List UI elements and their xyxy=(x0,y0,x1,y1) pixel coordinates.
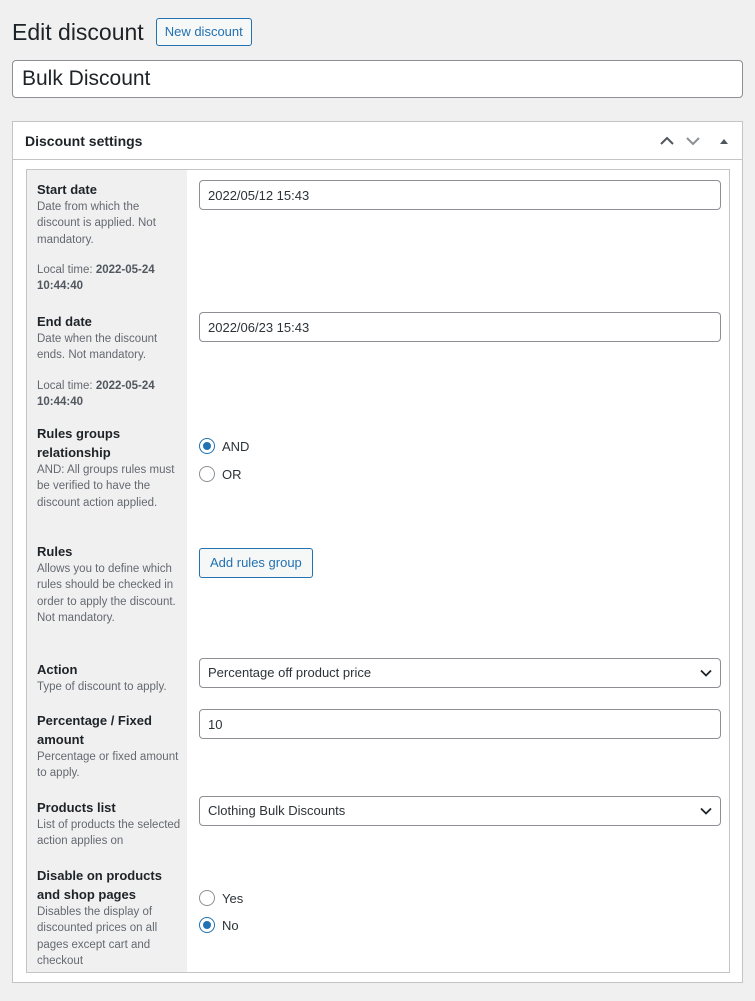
action-select[interactable]: Percentage off product price xyxy=(199,658,721,688)
local-time-prefix: Local time: xyxy=(37,379,93,392)
end-date-label-block: End date Date when the discount ends. No… xyxy=(37,312,182,410)
action-desc: Type of discount to apply. xyxy=(37,681,167,693)
handle-actions xyxy=(654,122,742,159)
products-select[interactable]: Clothing Bulk Discounts xyxy=(199,796,721,826)
start-date-local-time: Local time: 2022-05-24 10:44:40 xyxy=(37,262,182,294)
discount-title-input[interactable] xyxy=(12,60,743,98)
products-select-value: Clothing Bulk Discounts xyxy=(208,803,346,818)
chevron-down-icon[interactable] xyxy=(680,123,706,159)
amount-label-block: Percentage / Fixed amount Percentage or … xyxy=(37,711,182,782)
radio-no-label: No xyxy=(222,917,239,933)
radio-no[interactable] xyxy=(199,917,215,933)
radio-or-label: OR xyxy=(222,466,242,482)
start-date-label-block: Start date Date from which the discount … xyxy=(37,180,182,294)
disable-label: Disable on products and shop pages xyxy=(37,868,162,902)
end-date-local-time: Local time: 2022-05-24 10:44:40 xyxy=(37,378,182,410)
relationship-label-block: Rules groups relationship AND: All group… xyxy=(37,424,182,511)
rules-label: Rules xyxy=(37,544,73,559)
disable-label-block: Disable on products and shop pages Disab… xyxy=(37,866,182,969)
end-date-input[interactable] xyxy=(199,312,721,342)
rules-label-block: Rules Allows you to define which rules s… xyxy=(37,542,182,626)
rules-desc: Allows you to define which rules should … xyxy=(37,563,176,624)
relationship-label: Rules groups relationship xyxy=(37,426,121,460)
products-label-block: Products list List of products the selec… xyxy=(37,798,182,850)
settings-table: Start date Date from which the discount … xyxy=(26,169,730,973)
new-discount-button[interactable]: New discount xyxy=(155,18,252,46)
postbox-header: Discount settings xyxy=(13,122,742,160)
page-header: Edit discount New discount xyxy=(12,14,252,50)
radio-and-label: AND xyxy=(222,438,250,454)
postbox-title: Discount settings xyxy=(25,132,143,149)
chevron-up-icon[interactable] xyxy=(654,123,680,159)
start-date-label: Start date xyxy=(37,182,97,197)
chevron-down-icon xyxy=(700,659,712,687)
radio-or[interactable] xyxy=(199,466,215,482)
triangle-up-icon[interactable] xyxy=(706,123,742,159)
chevron-down-icon xyxy=(700,797,712,825)
products-desc: List of products the selected action app… xyxy=(37,819,181,848)
end-date-label: End date xyxy=(37,314,92,329)
disable-no-option[interactable]: No xyxy=(199,917,239,933)
discount-settings-box: Discount settings Start date Date from w… xyxy=(12,121,743,983)
radio-yes[interactable] xyxy=(199,890,215,906)
amount-desc: Percentage or fixed amount to apply. xyxy=(37,751,179,780)
relationship-or-option[interactable]: OR xyxy=(199,466,242,482)
relationship-and-option[interactable]: AND xyxy=(199,438,249,454)
end-date-desc: Date when the discount ends. Not mandato… xyxy=(37,333,158,362)
start-date-input[interactable] xyxy=(199,180,721,210)
disable-desc: Disables the display of discounted price… xyxy=(37,906,158,967)
radio-and[interactable] xyxy=(199,438,215,454)
start-date-desc: Date from which the discount is applied.… xyxy=(37,201,156,246)
action-label-block: Action Type of discount to apply. xyxy=(37,660,182,695)
page-title: Edit discount xyxy=(12,19,144,45)
local-time-prefix: Local time: xyxy=(37,263,93,276)
action-select-value: Percentage off product price xyxy=(208,665,372,680)
products-label: Products list xyxy=(37,800,116,815)
radio-yes-label: Yes xyxy=(222,890,244,906)
action-label: Action xyxy=(37,662,78,677)
disable-yes-option[interactable]: Yes xyxy=(199,890,243,906)
amount-label: Percentage / Fixed amount xyxy=(37,713,152,747)
relationship-desc: AND: All groups rules must be verified t… xyxy=(37,464,175,509)
amount-input[interactable] xyxy=(199,709,721,739)
add-rules-group-button[interactable]: Add rules group xyxy=(199,548,313,578)
